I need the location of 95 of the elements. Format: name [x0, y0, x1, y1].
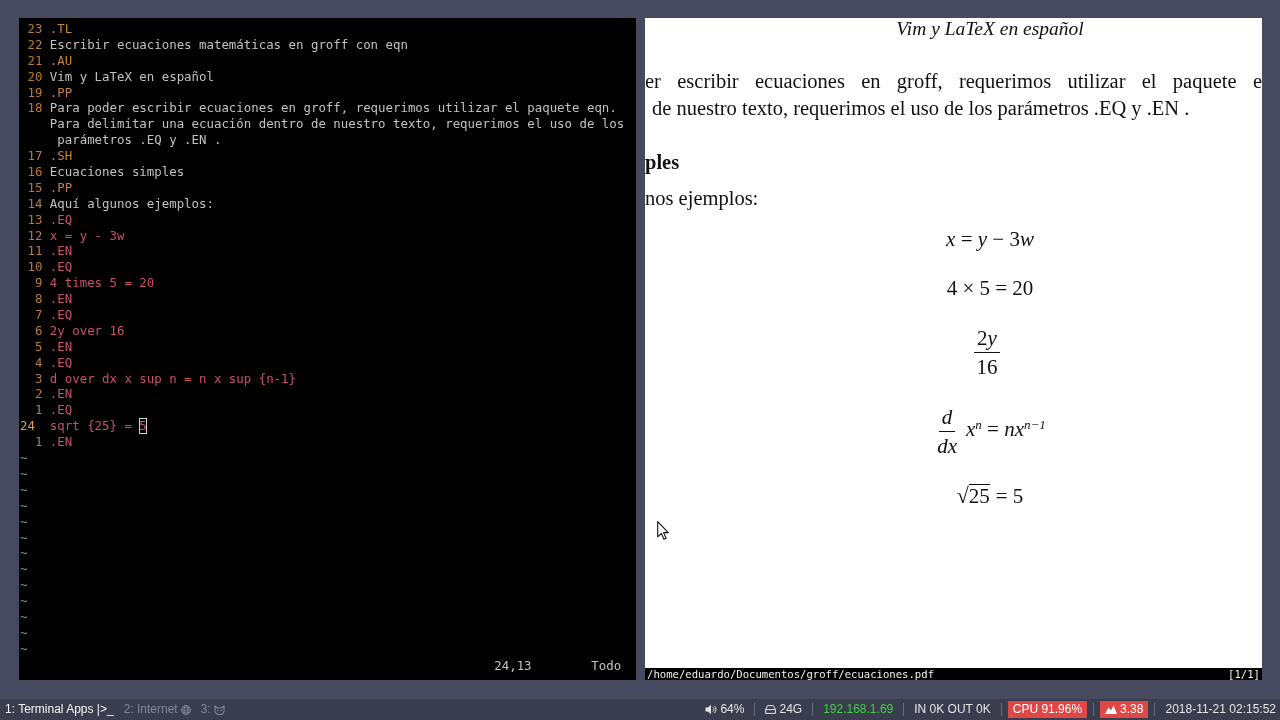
line-number: 8 [33, 291, 44, 308]
math-equation: 2y 16 [973, 324, 1001, 381]
empty-line-marker: ~ [20, 465, 28, 482]
line-number: 11 [26, 243, 44, 260]
page-indicator: [1/1] [1228, 668, 1260, 680]
line-number: 3 [33, 370, 44, 387]
line-number: 13 [26, 211, 44, 228]
cat-icon [213, 704, 225, 715]
line-number: 22 [26, 36, 44, 53]
line-number: 18 [26, 100, 44, 117]
math-equation: x = y − 3w [946, 226, 1034, 253]
disk-free-space: 24G [779, 701, 803, 718]
code-line: .EQ [49, 402, 73, 419]
line-number: 12 [26, 227, 44, 244]
line-number: 2 [33, 386, 44, 403]
mouse-pointer-icon [657, 521, 669, 540]
line-number: 7 [33, 307, 44, 323]
code-line: .TL [49, 21, 73, 37]
line-number: 15 [26, 179, 44, 196]
code-line: d over dx x sup n = n x sup {n-1} [49, 370, 296, 387]
load-average: 3.38 [1120, 701, 1144, 718]
code-line: x = y - 3w [49, 227, 125, 244]
code-line: .EN [49, 291, 73, 308]
code-line: .EN [49, 386, 73, 403]
math-equation: √25 = 5 [956, 482, 1024, 510]
line-number: 14 [26, 195, 44, 212]
math-equation: 4 × 5 = 20 [946, 275, 1034, 302]
code-line: sqrt {25} = [49, 418, 133, 435]
line-number: 24 [20, 418, 36, 435]
workspace-button[interactable]: 2: Internet [118, 699, 196, 720]
code-line: parámetros .EQ y .EN . [56, 132, 222, 149]
line-number: 17 [26, 148, 44, 164]
file-path: /home/eduardo/Documentos/groff/ecuaciones.pdf [647, 668, 934, 680]
line-number: 23 [26, 21, 44, 37]
speaker-icon [705, 704, 718, 715]
empty-line-marker: ~ [20, 545, 28, 562]
cursor-position: 24,13 [494, 658, 533, 674]
line-number: 21 [26, 52, 44, 69]
code-line: .PP [49, 179, 73, 196]
cpu-usage: CPU 91.96% [1007, 701, 1088, 718]
code-line: .EQ [49, 307, 73, 323]
line-number: 20 [26, 68, 44, 85]
code-line: Ecuaciones simples [49, 164, 185, 180]
scroll-position: Todo [591, 658, 622, 674]
section-heading: ples [645, 150, 681, 176]
paragraph-text: de nuestro texto, requerimos el uso de los parámetros .EQ y .EN . [651, 96, 1191, 122]
line-number: 10 [26, 259, 44, 276]
line-number: 16 [26, 164, 44, 180]
document-subtitle: Vim y LaTeX en español [895, 18, 1085, 40]
code-line: .AU [49, 52, 73, 69]
ip-address: 192.168.1.69 [822, 701, 895, 718]
empty-line-marker: ~ [20, 624, 28, 641]
date-time: 2018-11-21 02:15:52 [1164, 701, 1277, 718]
line-number: 9 [33, 275, 44, 292]
line-number: 4 [33, 354, 44, 371]
empty-line-marker: ~ [20, 497, 28, 514]
code-line: .EN [49, 243, 73, 260]
mountain-chart-icon [1105, 705, 1118, 714]
line-number: 1 [33, 434, 44, 451]
globe-icon [180, 704, 191, 715]
code-line: Aquí algunos ejemplos: [49, 195, 214, 212]
line-number: 1 [33, 402, 44, 419]
empty-line-marker: ~ [20, 481, 28, 498]
empty-line-marker: ~ [20, 577, 28, 594]
empty-line-marker: ~ [20, 450, 28, 466]
code-line: Para delimitar una ecuación dentro de nuestro texto, requerimos el uso de los [49, 116, 625, 133]
workspace-button[interactable]: 1: Terminal Apps |>_ [0, 699, 119, 720]
code-line: 4 times 5 = 20 [49, 275, 155, 292]
code-line: Para poder escribir ecuaciones en groff, requerimos utilizar el paquete eqn. [49, 100, 617, 117]
empty-line-marker: ~ [20, 513, 28, 530]
code-line: .EN [49, 338, 73, 355]
code-line: .EQ [49, 354, 73, 371]
code-line: Escribir ecuaciones matemáticas en groff con eqn [49, 36, 408, 53]
code-line: .PP [49, 84, 73, 101]
paragraph-text: er escribir ecuaciones en groff, requerimos utilizar el paquete e [645, 69, 1262, 95]
drive-icon [765, 705, 777, 714]
empty-line-marker: ~ [20, 561, 28, 578]
text-cursor: 5 [139, 418, 147, 435]
code-line: .EQ [49, 259, 73, 276]
empty-line-marker: ~ [20, 608, 28, 625]
code-line: .EQ [49, 211, 73, 228]
volume-level: 64% [720, 701, 745, 718]
empty-line-marker: ~ [20, 593, 28, 609]
body-text: nos ejemplos: [645, 186, 760, 212]
line-number: 6 [33, 322, 44, 339]
code-line: Vim y LaTeX en español [49, 68, 214, 85]
network-traffic: IN 0K OUT 0K [913, 701, 992, 718]
empty-line-marker: ~ [20, 640, 28, 657]
code-line: .EN [49, 434, 73, 451]
line-number: 5 [33, 338, 44, 355]
code-line: .SH [49, 148, 73, 164]
workspace-button[interactable]: 3: [195, 699, 230, 720]
code-line: 2y over 16 [49, 322, 125, 339]
empty-line-marker: ~ [20, 529, 28, 546]
line-number: 19 [26, 84, 44, 101]
